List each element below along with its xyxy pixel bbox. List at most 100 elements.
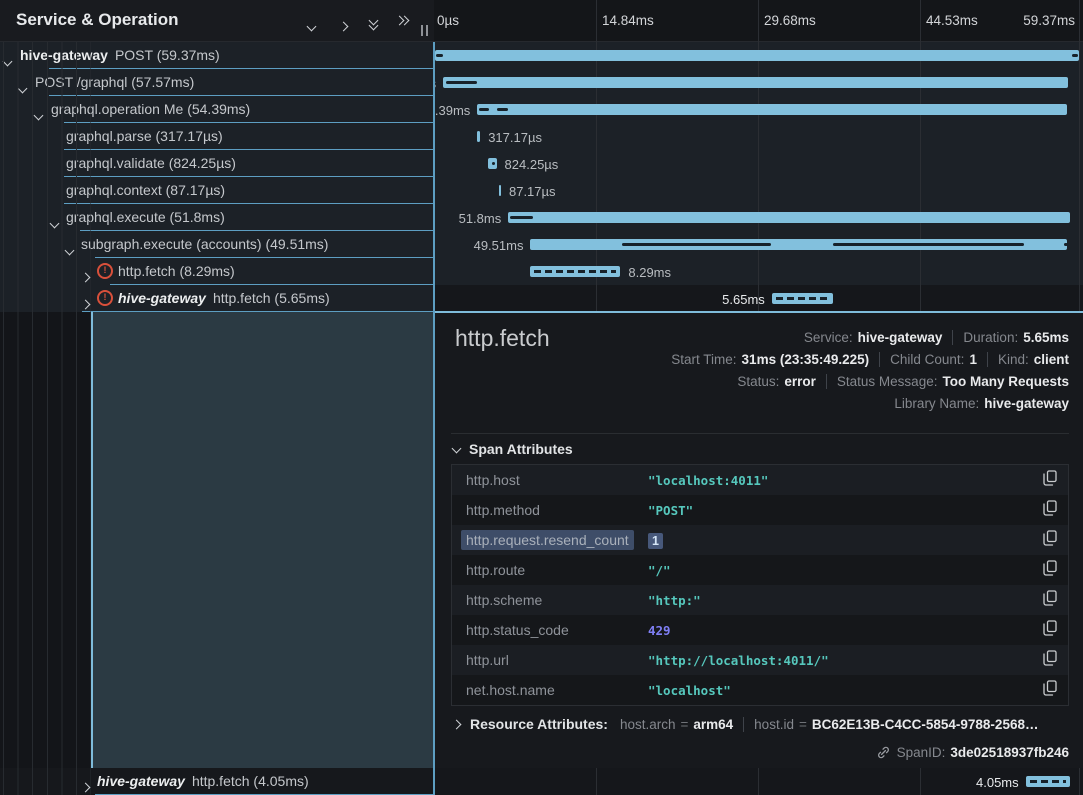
copy-icon[interactable] [1032, 620, 1068, 641]
meta-service: Service:hive-gateway [804, 330, 943, 345]
attribute-row[interactable]: http.host"localhost:4011" [452, 465, 1068, 495]
chevron-right-icon[interactable] [82, 268, 89, 286]
error-icon: ! [97, 290, 113, 306]
span-bar[interactable] [772, 293, 833, 304]
resize-handle[interactable] [421, 25, 430, 36]
duration-label: 8.29ms [628, 265, 671, 280]
meta-start-time: Start Time:31ms (23:35:49.225) [671, 352, 869, 367]
tree-row[interactable]: graphql.execute (51.8ms) [0, 204, 434, 231]
panel-title: Service & Operation [16, 10, 179, 30]
span-label: POST /graphql (57.57ms) [35, 69, 194, 95]
span-detail-panel: http.fetch Service:hive-gateway Duration… [435, 311, 1083, 768]
span-label: POST (59.37ms) [115, 47, 220, 63]
error-icon: ! [97, 263, 113, 279]
link-icon[interactable] [876, 745, 891, 760]
tree-row-selected[interactable]: ! hive-gateway http.fetch (5.65ms) [0, 285, 434, 312]
tick-label: 14.84ms [602, 13, 654, 28]
copy-icon[interactable] [1032, 500, 1068, 521]
tick-label: 44.53ms [926, 13, 978, 28]
span-bar[interactable] [499, 185, 501, 196]
chevron-down-icon[interactable] [19, 79, 26, 97]
span-label: graphql.validate (824.25µs) [66, 150, 236, 176]
copy-icon[interactable] [1032, 680, 1068, 701]
service-name: hive-gateway [118, 290, 206, 306]
meta-child-count: Child Count:1 [890, 352, 977, 367]
double-chevron-right-icon[interactable] [396, 17, 412, 31]
attribute-row[interactable]: http.request.resend_count1 [452, 525, 1068, 555]
span-label: http.fetch (5.65ms) [213, 290, 330, 306]
chevron-right-icon[interactable] [340, 17, 356, 31]
span-bar[interactable] [477, 131, 480, 142]
duration-label: 824.25µs [505, 157, 559, 172]
span-attributes-header[interactable]: Span Attributes [453, 441, 573, 457]
resource-attr: host.id=BC62E13B-C4CC-5854-9788-2568… [754, 717, 1038, 732]
span-bar[interactable] [508, 212, 1070, 223]
resource-attributes-row[interactable]: Resource Attributes: host.arch=arm64 hos… [453, 716, 1038, 732]
span-bar[interactable] [488, 158, 497, 169]
chevron-right-icon [452, 719, 462, 729]
trace-viewer: 0µs 14.84ms 29.68ms 44.53ms 59.37ms 57.5… [0, 0, 1083, 795]
span-label: graphql.operation Me (54.39ms) [51, 96, 250, 122]
span-label: http.fetch (4.05ms) [192, 773, 309, 789]
span-label: graphql.context (87.17µs) [66, 177, 225, 203]
attribute-row[interactable]: http.method"POST" [452, 495, 1068, 525]
span-bar[interactable] [1026, 776, 1070, 787]
span-label: http.fetch (8.29ms) [118, 258, 235, 284]
tree-row[interactable]: subgraph.execute (accounts) (49.51ms) [0, 231, 434, 258]
attribute-row[interactable]: http.route"/" [452, 555, 1068, 585]
span-label: subgraph.execute (accounts) (49.51ms) [81, 231, 328, 257]
meta-kind: Kind:client [998, 352, 1069, 367]
copy-icon[interactable] [1032, 560, 1068, 581]
meta-library: Library Name:hive-gateway [894, 396, 1069, 411]
chevron-right-icon[interactable] [82, 778, 89, 795]
chevron-down-icon[interactable] [308, 17, 324, 31]
span-bar[interactable] [435, 50, 1079, 61]
service-operation-panel: Service & Operation hive-gateway POST (59… [0, 0, 434, 795]
panel-divider[interactable] [433, 42, 435, 795]
meta-status-message: Status Message:Too Many Requests [837, 374, 1069, 389]
copy-icon[interactable] [1032, 530, 1068, 551]
span-id: SpanID: 3de02518937fb246 [876, 745, 1069, 760]
divider [451, 433, 1069, 434]
copy-icon[interactable] [1032, 470, 1068, 491]
tick-label: 0µs [437, 13, 459, 28]
span-bar[interactable] [530, 266, 620, 277]
tree-row[interactable]: graphql.context (87.17µs) [0, 177, 434, 204]
service-name: hive-gateway [97, 773, 185, 789]
attribute-row[interactable]: http.scheme"http:" [452, 585, 1068, 615]
tree-row[interactable]: POST /graphql (57.57ms) [0, 69, 434, 96]
tick-label: 59.37ms [1023, 13, 1075, 28]
chevron-down-icon[interactable] [51, 214, 58, 232]
chevron-down-icon[interactable] [4, 52, 11, 70]
attribute-row[interactable]: net.host.name"localhost" [452, 675, 1068, 705]
tree-row[interactable]: graphql.validate (824.25µs) [0, 150, 434, 177]
copy-icon[interactable] [1032, 590, 1068, 611]
chevron-down-icon[interactable] [66, 241, 73, 259]
chevron-down-icon[interactable] [35, 106, 42, 124]
service-name: hive-gateway [20, 47, 108, 63]
tree-row[interactable]: graphql.parse (317.17µs) [0, 123, 434, 150]
selected-span-region [91, 312, 434, 768]
duration-label: 49.51ms [474, 238, 524, 253]
span-bar[interactable] [477, 104, 1067, 115]
duration-label: 5.65ms [722, 292, 765, 307]
span-title: http.fetch [455, 325, 550, 352]
duration-label: 317.17µs [488, 130, 542, 145]
duration-label: 51.8ms [459, 211, 502, 226]
span-bar[interactable] [443, 77, 1067, 88]
tick-label: 29.68ms [764, 13, 816, 28]
chevron-down-icon [452, 444, 462, 454]
copy-icon[interactable] [1032, 650, 1068, 671]
attribute-row[interactable]: http.status_code429 [452, 615, 1068, 645]
tree-row[interactable]: hive-gateway http.fetch (4.05ms) [0, 768, 434, 795]
double-chevron-down-icon[interactable] [370, 17, 386, 31]
duration-label: 4.05ms [976, 775, 1019, 790]
meta-status: Status:error [737, 374, 816, 389]
attributes-table: http.host"localhost:4011" http.method"PO… [451, 464, 1069, 706]
tree-row[interactable]: ! http.fetch (8.29ms) [0, 258, 434, 285]
tree-row[interactable]: hive-gateway POST (59.37ms) [0, 42, 434, 69]
tree-row[interactable]: graphql.operation Me (54.39ms) [0, 96, 434, 123]
attribute-row[interactable]: http.url"http://localhost:4011/" [452, 645, 1068, 675]
span-bar[interactable] [530, 239, 1067, 250]
resource-attr: host.arch=arm64 [620, 717, 733, 732]
